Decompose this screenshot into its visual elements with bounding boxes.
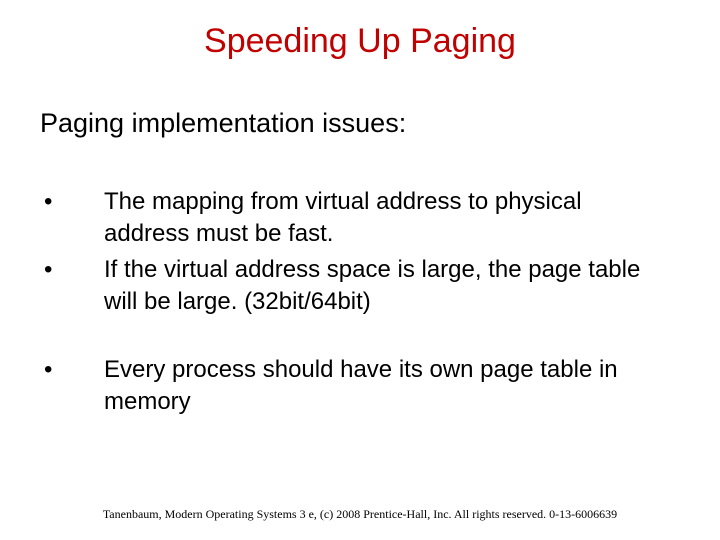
bullet-text: Every process should have its own page t… [104,354,670,418]
list-item: • Every process should have its own page… [40,354,670,418]
slide: Speeding Up Paging Paging implementation… [0,0,720,540]
list-item: • If the virtual address space is large,… [40,254,670,318]
bullet-marker: • [40,354,104,386]
footer-citation: Tanenbaum, Modern Operating Systems 3 e,… [0,507,720,522]
bullet-marker: • [40,254,104,286]
list-item: • The mapping from virtual address to ph… [40,186,670,250]
bullet-marker: • [40,186,104,218]
slide-subheading: Paging implementation issues: [40,108,406,139]
bullet-text: If the virtual address space is large, t… [104,254,670,318]
slide-title: Speeding Up Paging [0,22,720,61]
bullet-list: • The mapping from virtual address to ph… [40,186,670,422]
bullet-text: The mapping from virtual address to phys… [104,186,670,250]
